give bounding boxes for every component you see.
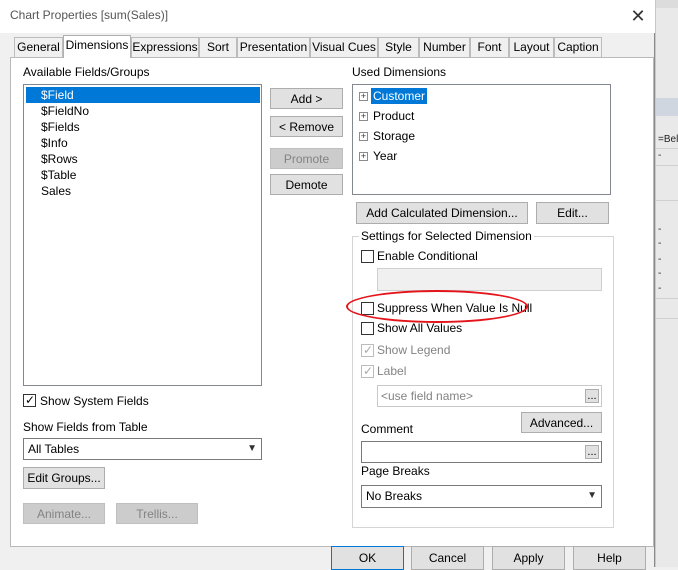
expand-icon[interactable]: + <box>359 92 368 101</box>
tab-dimensions[interactable]: Dimensions <box>63 35 131 58</box>
background-gridline <box>656 318 678 319</box>
label-input[interactable]: <use field name> ... <box>377 385 602 407</box>
show-all-values-label: Show All Values <box>377 321 463 335</box>
list-item[interactable]: $Table <box>41 167 76 183</box>
animate-button[interactable]: Animate... <box>23 503 105 524</box>
tree-item[interactable]: Product <box>371 108 416 124</box>
used-dimensions-tree[interactable]: + Customer + Product + Storage + Year <box>352 84 611 195</box>
background-cell: - <box>658 254 662 265</box>
advanced-button[interactable]: Advanced... <box>521 412 602 433</box>
tab-layout[interactable]: Layout <box>509 37 554 57</box>
background-gridline <box>656 200 678 201</box>
used-dimensions-label: Used Dimensions <box>352 65 447 79</box>
background-cell: - <box>658 238 662 249</box>
available-fields-list[interactable]: $Field $FieldNo $Fields $Info $Rows $Tab… <box>23 84 262 386</box>
tab-sort[interactable]: Sort <box>199 37 237 57</box>
enable-conditional-checkbox[interactable] <box>361 250 374 263</box>
page-breaks-select[interactable]: No Breaks ▼ <box>361 485 602 508</box>
window-title: Chart Properties [sum(Sales)] <box>10 8 169 22</box>
promote-button[interactable]: Promote <box>270 148 343 169</box>
background-gridline <box>656 165 678 166</box>
checkmark-icon: ✓ <box>25 393 36 407</box>
list-item[interactable]: $Fields <box>41 119 80 135</box>
ok-button[interactable]: OK <box>331 546 404 570</box>
tab-presentation[interactable]: Presentation <box>237 37 310 57</box>
add-calculated-dimension-button[interactable]: Add Calculated Dimension... <box>356 202 528 224</box>
list-item[interactable]: $FieldNo <box>41 103 89 119</box>
trellis-button[interactable]: Trellis... <box>116 503 198 524</box>
show-all-values-checkbox[interactable] <box>361 322 374 335</box>
list-item[interactable]: Sales <box>41 183 71 199</box>
expand-icon[interactable]: + <box>359 132 368 141</box>
table-select[interactable]: All Tables ▼ <box>23 438 262 460</box>
chevron-down-icon: ▼ <box>587 490 597 501</box>
comment-input[interactable]: ... <box>361 441 602 463</box>
close-icon[interactable]: ✕ <box>628 6 648 26</box>
conditional-expression-input[interactable] <box>377 268 602 291</box>
tree-item[interactable]: Storage <box>371 128 417 144</box>
show-system-fields-checkbox[interactable]: ✓ <box>23 393 36 407</box>
background-cell: =Bel <box>658 134 678 145</box>
demote-button[interactable]: Demote <box>270 174 343 195</box>
settings-group-label: Settings for Selected Dimension <box>359 229 534 243</box>
show-system-fields-label: Show System Fields <box>40 394 149 408</box>
add-button[interactable]: Add > <box>270 88 343 109</box>
comment-ellipsis-button[interactable]: ... <box>585 445 599 459</box>
background-gridline <box>656 298 678 299</box>
edit-groups-button[interactable]: Edit Groups... <box>23 467 105 489</box>
tree-item[interactable]: Year <box>371 148 399 164</box>
label-checkbox[interactable]: ✓ <box>361 364 374 378</box>
background-cell: - <box>658 224 662 235</box>
enable-conditional-label: Enable Conditional <box>377 249 478 263</box>
available-fields-label: Available Fields/Groups <box>23 65 150 79</box>
background-toolbar <box>656 0 678 8</box>
show-legend-checkbox[interactable]: ✓ <box>361 343 374 357</box>
apply-button[interactable]: Apply <box>492 546 565 570</box>
list-item[interactable]: $Field <box>26 87 260 103</box>
red-annotation-circle <box>346 290 528 323</box>
expand-icon[interactable]: + <box>359 112 368 121</box>
show-fields-from-table-label: Show Fields from Table <box>23 420 148 434</box>
list-item[interactable]: $Info <box>41 135 68 151</box>
tab-expressions[interactable]: Expressions <box>131 37 199 57</box>
edit-dimension-button[interactable]: Edit... <box>536 202 609 224</box>
background-cell: - <box>658 150 662 161</box>
help-button[interactable]: Help <box>573 546 646 570</box>
tab-style[interactable]: Style <box>378 37 419 57</box>
page-breaks-value: No Breaks <box>366 489 423 503</box>
checkmark-icon: ✓ <box>363 364 374 378</box>
background-cell: - <box>658 283 662 294</box>
show-legend-label: Show Legend <box>377 343 451 357</box>
chevron-down-icon: ▼ <box>247 443 257 454</box>
tab-general[interactable]: General <box>14 37 63 57</box>
background-cell: - <box>658 268 662 279</box>
comment-label: Comment <box>361 422 414 436</box>
background-gridline <box>656 148 678 149</box>
label-ellipsis-button[interactable]: ... <box>585 389 599 403</box>
tab-font[interactable]: Font <box>470 37 509 57</box>
chart-properties-dialog: Chart Properties [sum(Sales)] ✕ General … <box>0 0 655 570</box>
background-header <box>656 98 678 116</box>
label-checkbox-label: Label <box>377 364 407 378</box>
tree-item[interactable]: Customer <box>371 88 428 104</box>
tab-number[interactable]: Number <box>419 37 470 57</box>
remove-button[interactable]: < Remove <box>270 116 343 137</box>
background-app: =Bel - - - - - - <box>655 0 678 567</box>
checkmark-icon: ✓ <box>363 343 374 357</box>
tab-visual-cues[interactable]: Visual Cues <box>310 37 378 57</box>
list-item[interactable]: $Rows <box>41 151 78 167</box>
title-bar: Chart Properties [sum(Sales)] ✕ <box>0 0 655 33</box>
expand-icon[interactable]: + <box>359 152 368 161</box>
table-select-value: All Tables <box>28 442 80 456</box>
page-breaks-label: Page Breaks <box>361 464 430 478</box>
label-input-placeholder: <use field name> <box>381 389 474 403</box>
tab-caption[interactable]: Caption <box>554 37 602 57</box>
cancel-button[interactable]: Cancel <box>411 546 484 570</box>
